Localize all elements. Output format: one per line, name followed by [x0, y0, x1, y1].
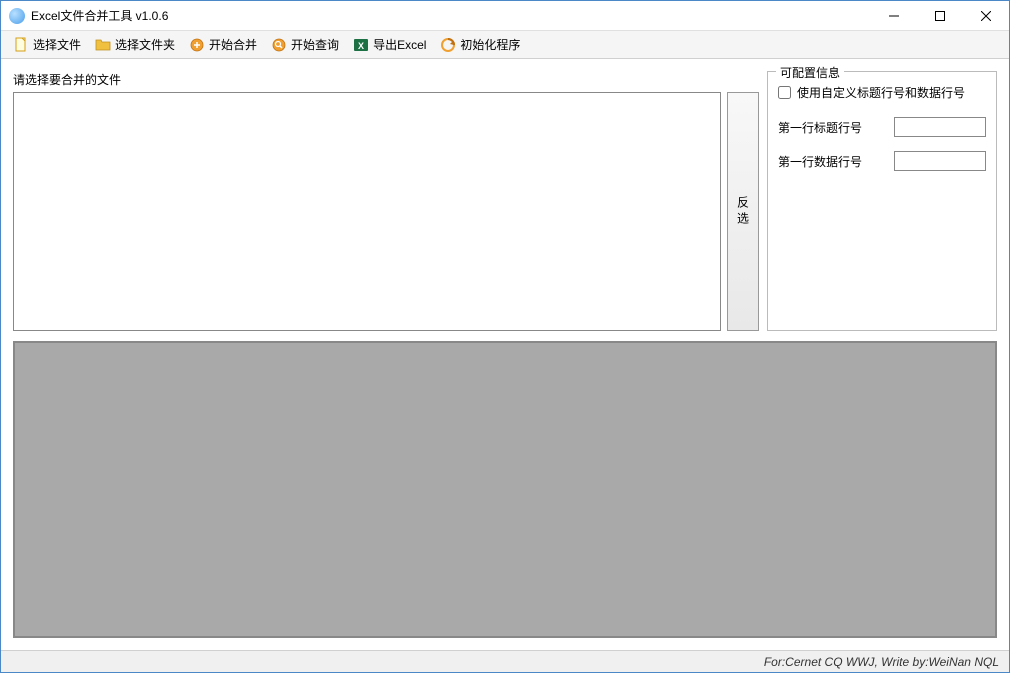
- config-checkbox-row: 使用自定义标题行号和数据行号: [778, 84, 986, 101]
- file-section-label: 请选择要合并的文件: [13, 71, 759, 88]
- select-file-button[interactable]: 选择文件: [7, 33, 87, 56]
- start-query-label: 开始查询: [291, 36, 339, 53]
- start-query-button[interactable]: 开始查询: [265, 33, 345, 56]
- export-excel-label: 导出Excel: [373, 36, 426, 53]
- init-program-label: 初始化程序: [460, 36, 520, 53]
- init-program-button[interactable]: 初始化程序: [434, 33, 526, 56]
- merge-icon: [189, 37, 205, 53]
- close-button[interactable]: [963, 1, 1009, 30]
- use-custom-label: 使用自定义标题行号和数据行号: [797, 84, 965, 101]
- window-title: Excel文件合并工具 v1.0.6: [31, 7, 871, 24]
- start-merge-button[interactable]: 开始合并: [183, 33, 263, 56]
- content-area: 请选择要合并的文件 反选 可配置信息 使用自定义标题行号和数据行号 第一行标题行…: [1, 59, 1009, 650]
- titlebar: Excel文件合并工具 v1.0.6: [1, 1, 1009, 31]
- config-panel: 可配置信息 使用自定义标题行号和数据行号 第一行标题行号 第一行数据行号: [767, 71, 997, 331]
- folder-icon: [95, 37, 111, 53]
- select-file-label: 选择文件: [33, 36, 81, 53]
- minimize-button[interactable]: [871, 1, 917, 30]
- title-row-config: 第一行标题行号: [778, 117, 986, 137]
- window-controls: [871, 1, 1009, 30]
- data-row-config: 第一行数据行号: [778, 151, 986, 171]
- select-folder-button[interactable]: 选择文件夹: [89, 33, 181, 56]
- init-icon: [440, 37, 456, 53]
- maximize-button[interactable]: [917, 1, 963, 30]
- export-excel-button[interactable]: X 导出Excel: [347, 33, 432, 56]
- file-section: 请选择要合并的文件 反选: [13, 71, 759, 331]
- query-icon: [271, 37, 287, 53]
- data-row-label: 第一行数据行号: [778, 153, 862, 170]
- app-icon: [9, 8, 25, 24]
- excel-icon: X: [353, 37, 369, 53]
- svg-text:X: X: [358, 41, 364, 51]
- data-row-input[interactable]: [894, 151, 986, 171]
- use-custom-checkbox[interactable]: [778, 86, 791, 99]
- file-row: 反选: [13, 92, 759, 331]
- statusbar-text: For:Cernet CQ WWJ, Write by:WeiNan NQL: [764, 655, 999, 669]
- file-list[interactable]: [13, 92, 721, 331]
- invert-selection-button[interactable]: 反选: [727, 92, 759, 331]
- config-title: 可配置信息: [776, 64, 844, 81]
- toolbar: 选择文件 选择文件夹 开始合并 开始查询 X 导出Excel 初始化程序: [1, 31, 1009, 59]
- select-folder-label: 选择文件夹: [115, 36, 175, 53]
- file-icon: [13, 37, 29, 53]
- title-row-input[interactable]: [894, 117, 986, 137]
- output-area[interactable]: [13, 341, 997, 638]
- upper-panel: 请选择要合并的文件 反选 可配置信息 使用自定义标题行号和数据行号 第一行标题行…: [13, 71, 997, 331]
- title-row-label: 第一行标题行号: [778, 119, 862, 136]
- statusbar: For:Cernet CQ WWJ, Write by:WeiNan NQL: [1, 650, 1009, 672]
- start-merge-label: 开始合并: [209, 36, 257, 53]
